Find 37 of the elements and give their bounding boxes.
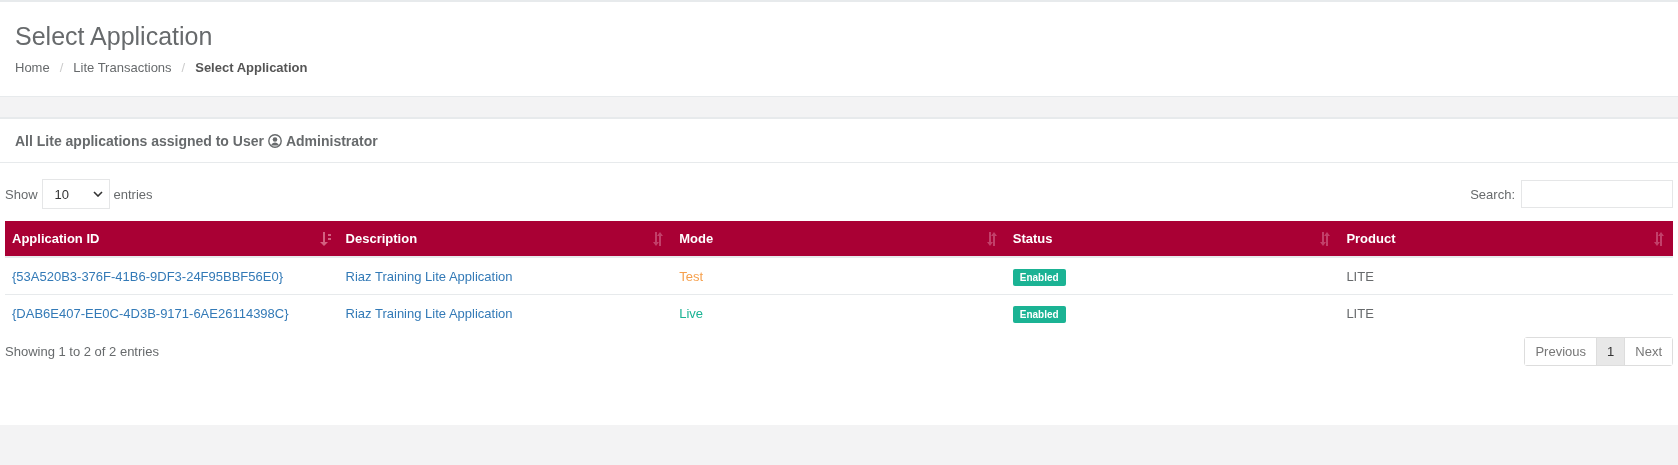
mode-text: Test bbox=[679, 268, 704, 284]
column-header[interactable]: Mode bbox=[679, 231, 714, 246]
breadcrumb-separator: / bbox=[59, 60, 64, 75]
application-id-link[interactable]: {53A520B3-376F-41B6-9DF3-24F95BBF56E0} bbox=[12, 268, 283, 284]
mode-text: Live bbox=[679, 305, 704, 321]
breadcrumb-link[interactable]: Home bbox=[15, 60, 50, 75]
length-label: Show bbox=[5, 186, 38, 202]
description-link[interactable]: Riaz Training Lite Application bbox=[345, 305, 513, 321]
card-title: All Lite applications assigned to User bbox=[15, 132, 264, 149]
breadcrumb-link[interactable]: Lite Transactions bbox=[73, 60, 172, 75]
product-cell: LITE bbox=[1346, 268, 1374, 284]
user-icon bbox=[267, 133, 282, 148]
sort-descending-icon[interactable] bbox=[319, 231, 332, 246]
sort-icon[interactable] bbox=[1320, 231, 1333, 246]
column-header[interactable]: Description bbox=[345, 231, 418, 246]
status-badge: Enabled bbox=[1012, 268, 1066, 286]
column-header[interactable]: Status bbox=[1012, 231, 1053, 246]
search-field[interactable] bbox=[1521, 180, 1673, 208]
sort-icon[interactable] bbox=[1654, 231, 1666, 246]
user-name: Administrator bbox=[285, 132, 378, 149]
pagination-button[interactable]: 1 bbox=[1596, 338, 1625, 365]
application-id-link[interactable]: {DAB6E407-EE0C-4D3B-9171-6AE26114398C} bbox=[12, 305, 289, 321]
column-header[interactable]: Product bbox=[1346, 231, 1396, 246]
page-title: Select Application bbox=[15, 21, 214, 52]
search-label: Search: bbox=[1470, 186, 1515, 202]
product-cell: LITE bbox=[1346, 305, 1374, 321]
length-label: entries bbox=[113, 186, 153, 202]
status-badge: Enabled bbox=[1012, 305, 1066, 323]
entries-select[interactable]: 10 bbox=[41, 179, 110, 209]
column-header[interactable]: Application ID bbox=[12, 231, 100, 246]
sort-icon[interactable] bbox=[653, 231, 666, 246]
sort-icon[interactable] bbox=[986, 231, 999, 246]
table-info: Showing 1 to 2 of 2 entries bbox=[5, 344, 159, 359]
description-link[interactable]: Riaz Training Lite Application bbox=[345, 268, 513, 284]
pagination-button[interactable]: Next bbox=[1624, 338, 1672, 365]
breadcrumb-separator: / bbox=[181, 60, 186, 75]
chevron-down-icon bbox=[92, 191, 103, 197]
